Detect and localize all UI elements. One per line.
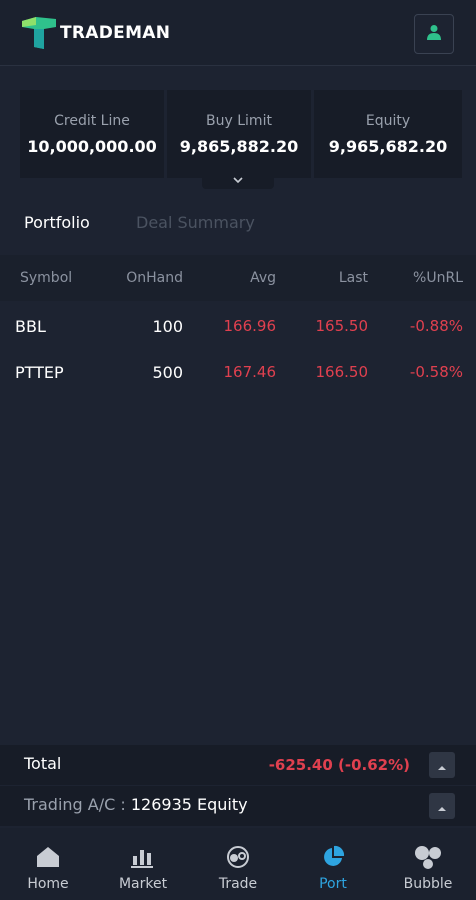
trade-icon (225, 842, 251, 872)
account-summary: Credit Line 10,000,000.00 Buy Limit 9,86… (20, 90, 462, 178)
account-selector-button[interactable] (429, 793, 455, 819)
nav-port[interactable]: Port (293, 828, 373, 900)
row-symbol: BBL (15, 317, 46, 336)
user-icon (427, 24, 441, 44)
equity-value: 9,965,682.20 (328, 136, 448, 156)
buy-limit-value: 9,865,882.20 (179, 136, 299, 156)
portfolio-tabs: Portfolio Deal Summary (0, 205, 476, 241)
trading-account-bar[interactable]: Trading A/C : 126935 Equity (0, 786, 476, 826)
column-header-unrl[interactable]: %UnRL (413, 270, 463, 286)
table-row[interactable]: BBL 100 166.96 165.50 -0.88% (0, 303, 476, 349)
app-name: TRADEMAN (60, 23, 171, 43)
row-last: 166.50 (315, 363, 369, 381)
credit-line-label: Credit Line (54, 112, 130, 129)
credit-line-card: Credit Line 10,000,000.00 (20, 90, 164, 178)
pie-chart-icon (321, 842, 345, 872)
trading-account-value: 126935 Equity (130, 795, 248, 814)
equity-label: Equity (365, 112, 411, 129)
buy-limit-card: Buy Limit 9,865,882.20 (167, 90, 311, 178)
buy-limit-label: Buy Limit (206, 112, 272, 129)
total-bar: Total -625.40 (-0.62%) (0, 745, 476, 785)
trading-account-prefix: Trading A/C : (24, 795, 131, 814)
column-header-symbol[interactable]: Symbol (20, 270, 72, 286)
expand-summary-button[interactable] (202, 167, 274, 189)
nav-trade-label: Trade (218, 876, 258, 892)
nav-market[interactable]: Market (103, 828, 183, 900)
column-header-last[interactable]: Last (339, 270, 368, 286)
app-header: TRADEMAN (0, 0, 476, 66)
bottom-navigation: Home Market Trade Port Bubble (0, 828, 476, 900)
row-last: 165.50 (315, 317, 369, 335)
row-unrl: -0.58% (409, 363, 463, 381)
row-symbol: PTTEP (15, 363, 64, 382)
row-onhand: 100 (152, 317, 183, 336)
tab-deal-summary[interactable]: Deal Summary (136, 213, 255, 232)
nav-port-label: Port (319, 876, 347, 892)
nav-home[interactable]: Home (8, 828, 88, 900)
total-label: Total (24, 754, 62, 773)
nav-market-label: Market (118, 876, 168, 892)
equity-card: Equity 9,965,682.20 (314, 90, 462, 178)
row-unrl: -0.88% (409, 317, 463, 335)
nav-bubble-label: Bubble (403, 876, 453, 892)
portfolio-table-header: Symbol OnHand Avg Last %UnRL (0, 255, 476, 301)
column-header-avg[interactable]: Avg (250, 270, 276, 286)
row-onhand: 500 (152, 363, 183, 382)
tab-portfolio[interactable]: Portfolio (24, 213, 90, 232)
app-logo: TRADEMAN (22, 17, 170, 49)
chevron-up-icon (437, 797, 447, 816)
nav-bubble[interactable]: Bubble (388, 828, 468, 900)
expand-total-button[interactable] (429, 752, 455, 778)
nav-trade[interactable]: Trade (198, 828, 278, 900)
profile-button[interactable] (414, 14, 454, 54)
chevron-down-icon (232, 169, 244, 188)
total-value: -625.40 (-0.62%) (268, 756, 410, 774)
chevron-up-icon (437, 756, 447, 775)
row-avg: 166.96 (223, 317, 277, 335)
bar-chart-icon (131, 842, 155, 872)
table-row[interactable]: PTTEP 500 167.46 166.50 -0.58% (0, 349, 476, 395)
home-icon (36, 842, 60, 872)
bubble-icon (413, 842, 443, 872)
trading-account-label: Trading A/C : 126935 Equity (24, 795, 248, 814)
credit-line-value: 10,000,000.00 (27, 136, 157, 156)
nav-home-label: Home (27, 876, 69, 892)
row-avg: 167.46 (223, 363, 277, 381)
column-header-onhand[interactable]: OnHand (126, 270, 183, 286)
trademan-logo-icon (22, 17, 56, 49)
